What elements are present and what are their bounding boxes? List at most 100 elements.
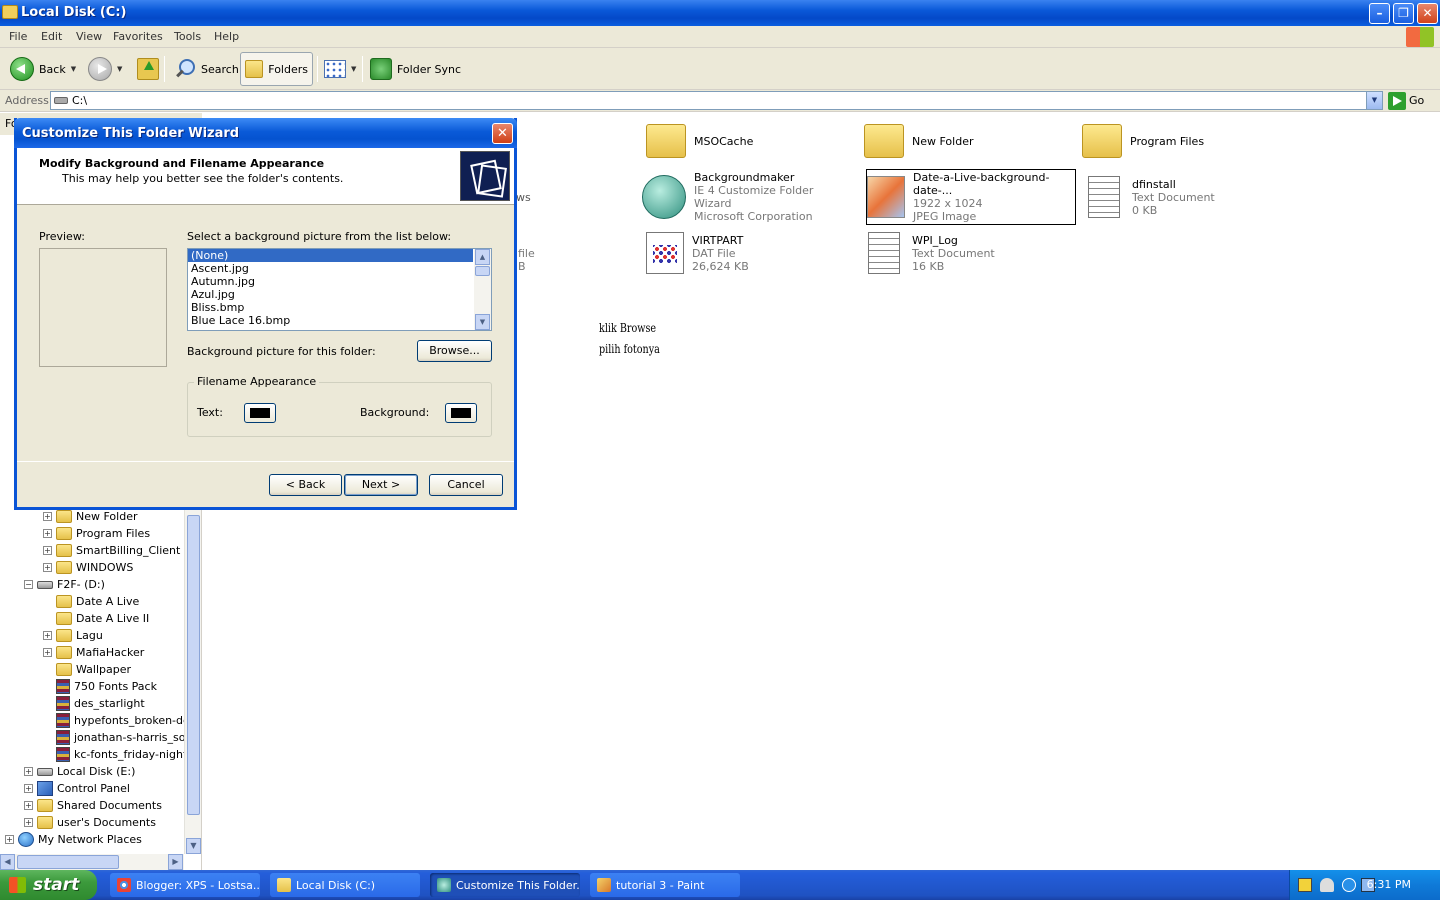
taskbar-item[interactable]: tutorial 3 - Paint [590, 873, 740, 897]
address-input[interactable]: C:\ ▼ [50, 91, 1383, 110]
expand-icon[interactable]: + [43, 648, 52, 657]
menu-edit[interactable]: Edit [41, 30, 62, 43]
forward-button[interactable]: ▼ [84, 52, 126, 86]
list-item[interactable]: Azul.jpg [188, 288, 491, 301]
tree-item[interactable]: + Lagu [43, 627, 103, 644]
next-button[interactable]: Next > [344, 474, 418, 496]
cancel-button[interactable]: Cancel [429, 474, 503, 496]
tree-item[interactable]: des_starlight [43, 695, 145, 712]
tree-item[interactable]: 750 Fonts Pack [43, 678, 157, 695]
minimize-button[interactable]: – [1369, 3, 1390, 24]
tree-item[interactable]: + New Folder [43, 508, 137, 525]
taskbar-item[interactable]: Blogger: XPS - Lostsa... [110, 873, 260, 897]
chevron-down-icon[interactable]: ▼ [1366, 92, 1382, 109]
file-tile[interactable]: dfinstall Text Document 0 KB [1084, 169, 1294, 225]
tree-item[interactable]: Date A Live II [43, 610, 149, 627]
tree-item[interactable]: jonathan-s-harris_son [43, 729, 192, 746]
list-item[interactable]: (None) [188, 249, 473, 262]
list-item[interactable]: Bliss.bmp [188, 301, 491, 314]
tree-item[interactable]: + user's Documents [24, 814, 156, 831]
go-label: Go [1409, 94, 1425, 107]
file-tile[interactable]: WPI_Log Text Document 16 KB [864, 225, 1074, 281]
taskbar-item[interactable]: Customize This Folder... [430, 873, 580, 897]
tree-item[interactable]: kc-fonts_friday-night- [43, 746, 191, 763]
expand-icon[interactable]: + [43, 631, 52, 640]
menu-favorites[interactable]: Favorites [113, 30, 163, 43]
tree-item[interactable]: Wallpaper [43, 661, 131, 678]
expand-icon[interactable]: + [24, 801, 33, 810]
file-tile[interactable]: New Folder [864, 113, 1074, 169]
menu-file[interactable]: File [9, 30, 27, 43]
scroll-down-arrow-icon[interactable]: ▼ [475, 314, 490, 330]
tree-item[interactable]: + MafiaHacker [43, 644, 144, 661]
expand-icon[interactable]: + [24, 784, 33, 793]
file-tile[interactable]: Date-a-Live-background-date-... 1922 x 10… [866, 169, 1076, 225]
views-button[interactable]: ▼ [320, 52, 360, 86]
tree-item[interactable]: + Shared Documents [24, 797, 162, 814]
window-titlebar[interactable]: Local Disk (C:) – ❐ ✕ [0, 0, 1440, 26]
listbox-scrollbar[interactable]: ▲ ▼ [474, 249, 491, 330]
background-color-button[interactable] [445, 403, 477, 423]
back-button[interactable]: Back ▼ [6, 52, 80, 86]
expand-icon[interactable]: + [43, 512, 52, 521]
scrollbar-thumb[interactable] [187, 515, 200, 815]
tree-item[interactable]: + Program Files [43, 525, 150, 542]
expand-icon[interactable]: + [43, 529, 52, 538]
tree-item[interactable]: + Local Disk (E:) [24, 763, 135, 780]
menu-view[interactable]: View [76, 30, 102, 43]
file-tile[interactable]: MSOCache [646, 113, 856, 169]
tree-horizontal-scrollbar[interactable]: ◀ ▶ [0, 854, 184, 870]
tree-item[interactable]: + WINDOWS [43, 559, 133, 576]
tree-item[interactable]: − F2F- (D:) [24, 576, 105, 593]
file-tile[interactable]: Program Files [1082, 113, 1292, 169]
close-button[interactable]: ✕ [1417, 3, 1438, 24]
scrollbar-thumb[interactable] [17, 855, 119, 869]
dialog-close-button[interactable]: ✕ [492, 123, 513, 144]
folders-button[interactable]: Folders [240, 52, 313, 86]
tree-item[interactable]: Date A Live [43, 593, 139, 610]
tree-item[interactable]: + SmartBilling_Client [43, 542, 180, 559]
expand-icon[interactable]: + [43, 546, 52, 555]
tree-item[interactable]: + Control Panel [24, 780, 130, 797]
file-tile[interactable]: Backgroundmaker IE 4 Customize Folder Wiz… [642, 169, 852, 225]
menu-help[interactable]: Help [214, 30, 239, 43]
scrollbar-thumb[interactable] [475, 266, 490, 276]
list-item[interactable]: Blue Lace 16.bmp [188, 314, 491, 327]
scroll-left-arrow-icon[interactable]: ◀ [0, 854, 15, 870]
collapse-icon[interactable]: − [24, 580, 33, 589]
text-color-button[interactable] [244, 403, 276, 423]
start-button[interactable]: start [0, 870, 97, 900]
scroll-right-arrow-icon[interactable]: ▶ [168, 854, 183, 870]
maximize-button[interactable]: ❐ [1393, 3, 1414, 24]
volume-icon[interactable] [1320, 878, 1334, 892]
scroll-down-arrow-icon[interactable]: ▼ [186, 838, 201, 854]
expand-icon[interactable]: + [5, 835, 14, 844]
dialog-titlebar[interactable]: Customize This Folder Wizard ✕ [14, 118, 517, 148]
file-info: MSOCache [694, 135, 753, 148]
back-arrow-icon[interactable] [1342, 878, 1356, 892]
folder-sync-button[interactable]: Folder Sync [366, 52, 465, 86]
list-item[interactable]: Autumn.jpg [188, 275, 491, 288]
tree-item[interactable]: hypefonts_broken-de [43, 712, 190, 729]
go-button[interactable]: Go [1388, 91, 1424, 110]
taskbar-item-label: tutorial 3 - Paint [616, 878, 705, 892]
chevron-down-icon[interactable]: ▼ [117, 65, 122, 73]
chevron-down-icon[interactable]: ▼ [71, 65, 76, 73]
expand-icon[interactable]: + [24, 818, 33, 827]
taskbar-item[interactable]: Local Disk (C:) [270, 873, 420, 897]
help-icon[interactable] [1298, 878, 1312, 892]
clock: 6:31 PM [1366, 878, 1411, 891]
list-item[interactable]: Ascent.jpg [188, 262, 491, 275]
back-button[interactable]: < Back [269, 474, 342, 496]
tree-item[interactable]: + My Network Places [5, 831, 142, 848]
file-tile[interactable]: VIRTPART DAT File 26,624 KB [646, 225, 856, 281]
expand-icon[interactable]: + [24, 767, 33, 776]
background-listbox[interactable]: (None) Ascent.jpg Autumn.jpg Azul.jpg Bliss.… [187, 248, 492, 331]
up-folder-button[interactable] [133, 52, 163, 86]
search-button[interactable]: Search [170, 52, 243, 86]
menu-tools[interactable]: Tools [174, 30, 201, 43]
scroll-up-arrow-icon[interactable]: ▲ [475, 249, 490, 265]
search-icon [174, 58, 196, 80]
expand-icon[interactable]: + [43, 563, 52, 572]
browse-button[interactable]: Browse... [417, 340, 492, 362]
